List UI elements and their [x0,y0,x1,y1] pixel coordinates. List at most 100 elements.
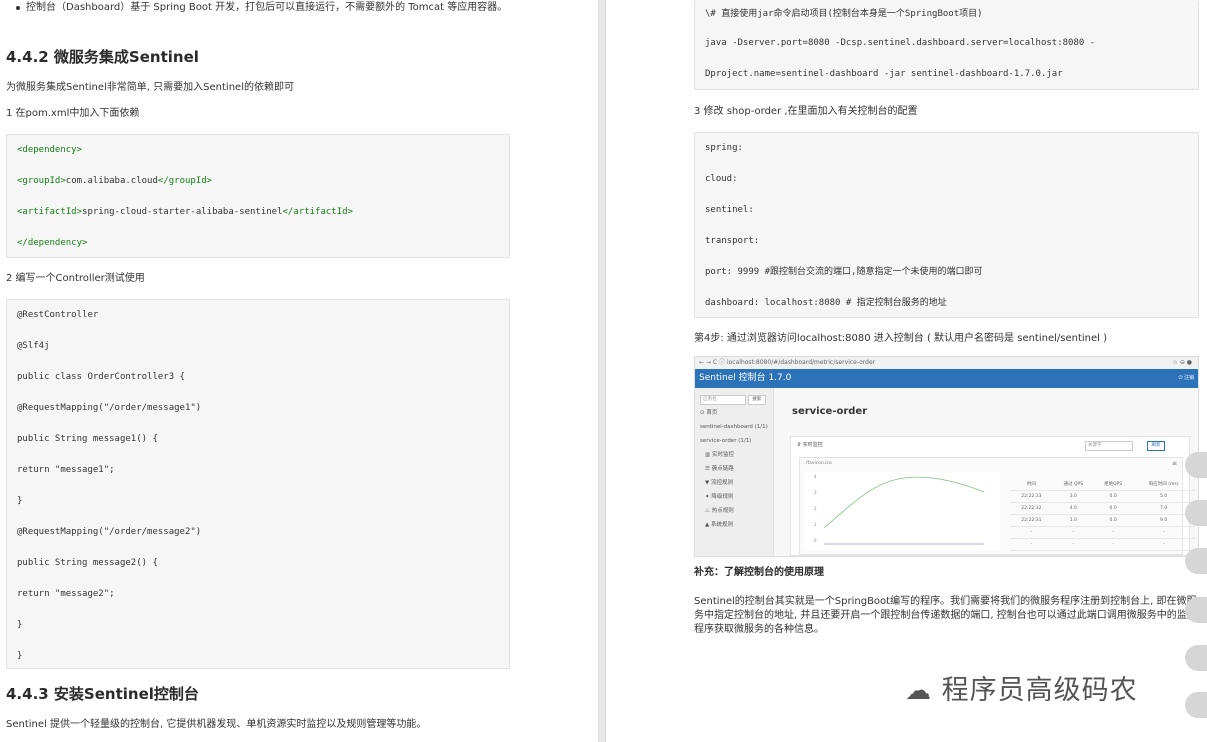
menu-service-order: service-order (1/1) [700,438,752,444]
code-line: public class OrderController3 { [17,372,185,382]
floating-button[interactable] [1185,548,1207,574]
home-icon: ⊙ [700,410,705,416]
floating-button[interactable] [1185,645,1207,671]
code-line: <artifactId>spring-cloud-starter-alibaba… [17,207,353,217]
back-arrow-icon: ← [699,359,705,366]
section-label: ⇵ 实时监控 [797,442,823,448]
step2-paragraph: 2 编写一个Controller测试使用 [6,273,145,284]
code-line: <groupId>com.alibaba.cloud</groupId> [17,176,213,186]
code-line: sentinel: [705,205,754,215]
resource-card: /favicon.ico ≡ 4 3 2 1 0 时间 通过 QPS 拒绝QPS… [799,457,1195,555]
browser-url: localhost:8080/#/dashboard/metric/servic… [726,359,876,366]
code-line: dashboard: localhost:8080 # 指定控制台服务的地址 [705,298,947,308]
code-line: @Slf4j [17,341,50,351]
y-tick: 1 [814,522,817,527]
code-line: transport: [705,236,760,246]
code-line: port: 9999 #跟控制台交流的端口,随意指定一个未使用的端口即可 [705,267,983,277]
browser-toolbar-icons: ☆ ⊖ ● [1172,359,1192,366]
y-tick: 4 [814,474,817,479]
browser-address-bar: ← → C ⓘ localhost:8080/#/dashboard/metri… [695,357,1198,369]
reload-icon: C [712,359,718,366]
dashboard-main: service-order ⇵ 实时监控 关键字 刷新 /favicon.ico… [774,388,1198,556]
code-line: @RequestMapping("/order/message2") [17,527,202,537]
app-title: Sentinel 控制台 1.7.0 [699,373,792,383]
bottom-paragraph: Sentinel 提供一个轻量级的控制台, 它提供机器发现、单机资源实时监控以及… [6,719,427,730]
app-search-input: 应用名 [700,395,746,405]
dashboard-sidebar: 应用名 搜索 ⊙ 首页 sentinel-dashboard (1/1) ser… [695,388,774,556]
table-header-row: 时间 通过 QPS 拒绝QPS 响应时间 (ms) [1010,478,1195,491]
qps-chart-svg: 4 3 2 1 0 [814,474,985,545]
menu-degrade: ✦ 降级规则 [705,494,734,500]
floating-button[interactable] [1185,500,1207,526]
code-line: return "message2"; [17,589,115,599]
monitor-panel: ⇵ 实时监控 关键字 刷新 /favicon.ico ≡ 4 3 2 1 0 时… [790,436,1195,556]
bullet-list: 控制台（Dashboard）基于 Spring Boot 开发，打包后可以直接运… [0,1,520,15]
code-line: cloud: [705,174,738,184]
code-line: public String message2() { [17,558,158,568]
menu-home: ⊙ 首页 [700,410,718,416]
menu-cluster: ☰ 簇点链路 [705,466,734,472]
menu-sentinel-dashboard: sentinel-dashboard (1/1) [700,424,768,430]
refresh-button: 刷新 [1147,441,1165,451]
pass-qps-line [823,476,985,529]
controller-code-block: @RestController @Slf4j public class Orde… [6,299,510,669]
intro-paragraph: 为微服务集成Sentinel非常简单, 只需要加入Sentinel的依赖即可 [6,82,294,93]
page-gutter [598,0,606,742]
bullet-item: 控制台（Dashboard）基于 Spring Boot 开发，打包后可以直接运… [0,1,520,15]
floating-button[interactable] [1185,597,1207,623]
code-line: @RestController [17,310,99,320]
heading-4-4-3: 4.4.3 安装Sentinel控制台 [6,685,199,703]
table-row: ---- [1010,538,1195,551]
qps-chart: 4 3 2 1 0 [804,472,1000,550]
menu-icon: ≡ [1171,460,1177,467]
code-line: spring: [705,143,743,153]
info-icon: ⓘ [719,359,726,366]
code-line: return "message1"; [17,465,115,475]
code-line: @RequestMapping("/order/message1") [17,403,202,413]
table-row: 22:22:32 4.0 0.0 7.0 [1010,502,1195,515]
dashboard-header: Sentinel 控制台 1.7.0 ⏻ 注销 [695,369,1198,388]
app-search-button: 搜索 [747,395,766,405]
supplement-paragraph: Sentinel的控制台其实就是一个SpringBoot编写的程序。我们需要将我… [694,596,1197,635]
yaml-code-block: spring: cloud: sentinel: transport: port… [694,132,1199,318]
menu-hotspot: ♨ 热点规则 [705,508,734,514]
wechat-icon: ☁ [905,676,932,706]
supplement-heading: 补充：了解控制台的使用原理 [694,567,824,578]
step4-paragraph: 第4步: 通过浏览器访问localhost:8080 进入控制台 ( 默认用户名… [694,333,1108,344]
floating-button[interactable] [1185,452,1207,478]
keyword-input: 关键字 [1085,441,1133,451]
dashboard-screenshot: ← → C ⓘ localhost:8080/#/dashboard/metri… [694,356,1199,557]
code-line: } [17,496,23,506]
code-line: </dependency> [17,238,88,248]
menu-realtime: ▥ 实时监控 [705,452,734,458]
code-line: } [17,651,23,661]
y-tick: 0 [814,538,817,543]
table-header: 拒绝QPS [1094,478,1133,491]
code-line: java -Dserver.port=8080 -Dcsp.sentinel.d… [705,38,1096,48]
sidebar-search: 应用名 搜索 [695,388,773,406]
step1-paragraph: 1 在pom.xml中加入下面依赖 [6,108,140,119]
table-header: 时间 [1010,478,1053,491]
code-line: } [17,620,23,630]
table-header: 响应时间 (ms) [1132,478,1195,491]
forward-arrow-icon: → [705,359,711,366]
code-line: \# 直接使用jar命令启动项目(控制台本身是一个SpringBoot项目) [705,9,983,19]
code-line: public String message1() { [17,434,158,444]
menu-system: ▲ 系统规则 [705,522,733,528]
cmd-code-block: \# 直接使用jar命令启动项目(控制台本身是一个SpringBoot项目) j… [694,0,1199,90]
floating-button[interactable] [1185,692,1207,718]
logout-link: ⏻ 注销 [1178,375,1194,381]
table-row: 22:22:31 1.0 0.0 9.0 [1010,514,1195,527]
code-line: <dependency> [17,145,83,155]
table-row: ---- [1010,526,1195,539]
watermark-text: 程序员高级码农 [941,675,1138,706]
y-tick: 2 [814,506,817,511]
metric-table: 时间 通过 QPS 拒绝QPS 响应时间 (ms) 22:22:33 3.0 0.0… [1010,478,1195,551]
y-tick: 3 [814,490,817,495]
heading-4-4-2: 4.4.2 微服务集成Sentinel [6,48,199,66]
left-page: 控制台（Dashboard）基于 Spring Boot 开发，打包后可以直接运… [0,0,598,742]
resource-name: /favicon.ico [806,461,832,466]
code-line: Dproject.name=sentinel-dashboard -jar se… [705,69,1063,79]
pom-code-block: <dependency> <groupId>com.alibaba.cloud<… [6,134,510,258]
step3-paragraph: 3 修改 shop-order ,在里面加入有关控制台的配置 [694,106,918,117]
